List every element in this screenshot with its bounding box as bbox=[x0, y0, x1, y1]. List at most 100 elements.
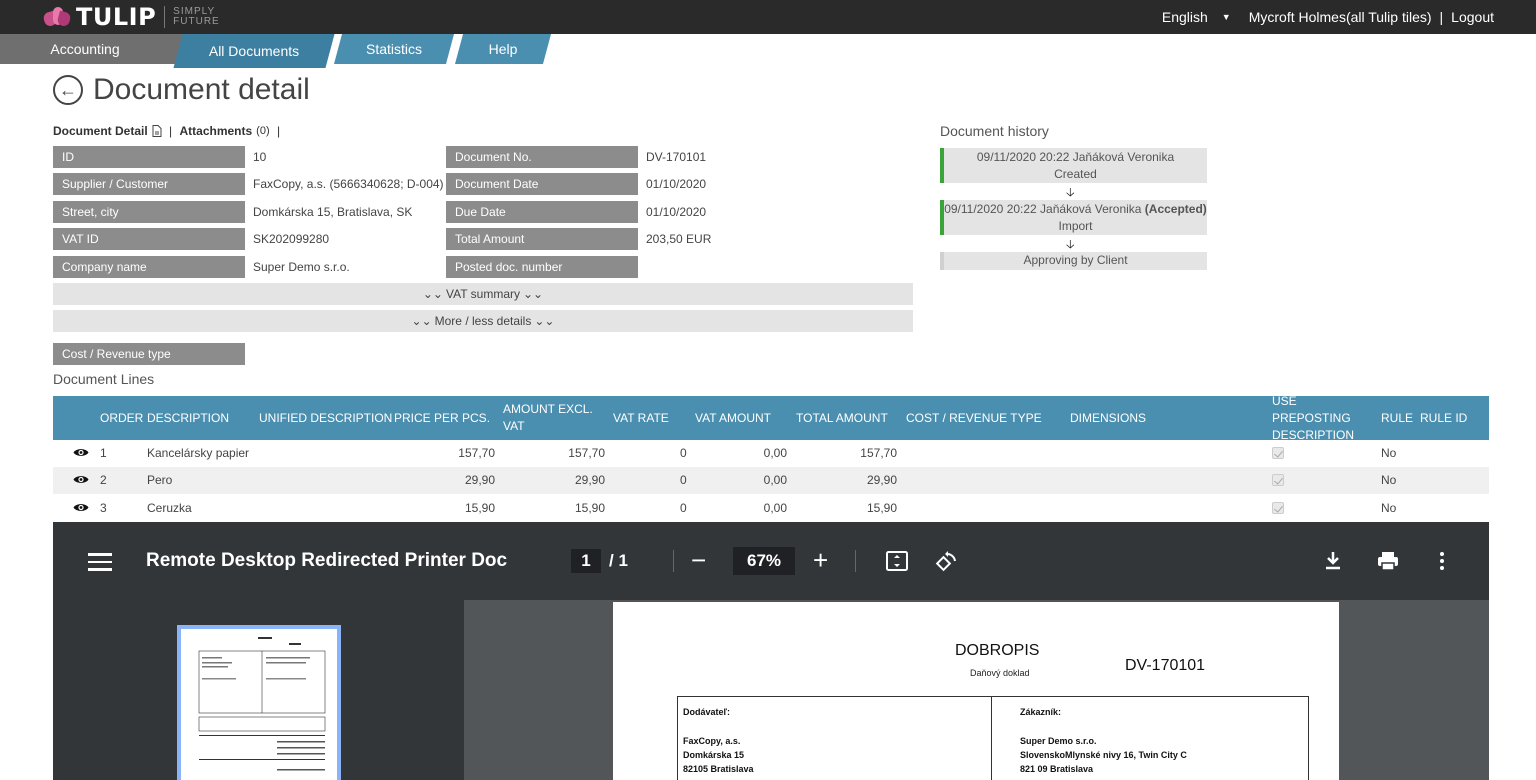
col-price-per-pcs[interactable]: PRICE PER PCS. bbox=[394, 396, 490, 440]
cell-vat-amount: 0,00 bbox=[763, 446, 787, 460]
zoom-in-button[interactable]: + bbox=[813, 546, 828, 574]
col-vat-amount[interactable]: VAT AMOUNT bbox=[695, 396, 771, 440]
eye-icon[interactable] bbox=[73, 447, 89, 458]
thumbnail-sidebar bbox=[53, 600, 464, 780]
thumbnail-preview bbox=[198, 637, 326, 771]
eye-icon[interactable] bbox=[73, 474, 89, 485]
pdf-file-icon[interactable] bbox=[152, 125, 162, 137]
eye-icon[interactable] bbox=[73, 502, 89, 513]
col-use-preposting-description[interactable]: USE PREPOSTING DESCRIPTION bbox=[1272, 394, 1367, 442]
logo-subtitle: SIMPLY FUTURE bbox=[173, 6, 220, 27]
cell-total: 15,90 bbox=[866, 501, 897, 515]
col-order[interactable]: ORDER bbox=[100, 396, 143, 440]
customer-label: Zákazník: bbox=[1020, 707, 1062, 717]
cell-price: 29,90 bbox=[464, 473, 495, 487]
table-row[interactable]: 1 Kancelársky papier 157,70 157,70 0 0,0… bbox=[53, 440, 1489, 467]
tab-all-documents[interactable]: All Documents bbox=[173, 34, 335, 68]
caret-down-icon[interactable]: ▼ bbox=[1222, 12, 1231, 22]
tulip-logo-icon bbox=[42, 6, 72, 28]
main-nav: Accounting All Documents Statistics Help bbox=[0, 34, 600, 68]
page-thumbnail[interactable] bbox=[177, 625, 341, 780]
field-label: VAT ID bbox=[53, 228, 245, 250]
doc-subtitle: Daňový doklad bbox=[970, 668, 1030, 678]
use-preposting-checkbox[interactable] bbox=[1272, 474, 1284, 486]
field-value: 10 bbox=[253, 150, 267, 164]
tulip-logo[interactable]: TULIP SIMPLY FUTURE bbox=[42, 3, 220, 31]
doc-title: DOBROPIS bbox=[955, 642, 1040, 659]
more-options-icon[interactable] bbox=[1430, 549, 1454, 573]
vat-summary-toggle[interactable]: ⌄⌄ VAT summary ⌄⌄ bbox=[53, 283, 913, 305]
field-label: Street, city bbox=[53, 201, 245, 223]
col-cost-revenue-type[interactable]: COST / REVENUE TYPE bbox=[906, 396, 1042, 440]
field-value: 01/10/2020 bbox=[646, 177, 707, 191]
cell-vat-amount: 0,00 bbox=[763, 473, 787, 487]
col-rule-id[interactable]: RULE ID bbox=[1420, 396, 1467, 440]
tab-statistics[interactable]: Statistics bbox=[333, 34, 455, 64]
zoom-out-button[interactable]: − bbox=[691, 546, 706, 574]
cell-price: 157,70 bbox=[458, 446, 495, 460]
history-entry: 09/11/2020 20:22 Jaňáková Veronika Creat… bbox=[940, 148, 1207, 183]
pdf-viewer: Remote Desktop Redirected Printer Doc 1 … bbox=[53, 522, 1489, 780]
top-bar: TULIP SIMPLY FUTURE English ▼ Mycroft Ho… bbox=[0, 0, 1536, 34]
table-row[interactable]: 3 Ceruzka 15,90 15,90 0 0,00 15,90 No bbox=[53, 495, 1489, 522]
field-label: Document Date bbox=[446, 173, 638, 195]
col-unified-description[interactable]: UNIFIED DESCRIPTION bbox=[259, 396, 392, 440]
cost-revenue-type-label: Cost / Revenue type bbox=[53, 343, 245, 365]
cell-description: Pero bbox=[147, 473, 173, 487]
double-chevron-down-icon: ⌄⌄ bbox=[422, 287, 443, 301]
cell-total: 29,90 bbox=[866, 473, 897, 487]
field-label: Posted doc. number bbox=[446, 256, 638, 278]
col-rule[interactable]: RULE bbox=[1381, 396, 1413, 440]
field-value: SK202099280 bbox=[253, 232, 330, 246]
cell-order: 1 bbox=[100, 446, 107, 460]
supplier-city: 82105 Bratislava bbox=[683, 764, 754, 774]
cell-description: Kancelársky papier bbox=[147, 446, 250, 460]
cell-order: 2 bbox=[100, 473, 107, 487]
field-value: 01/10/2020 bbox=[646, 205, 707, 219]
cell-amount-excl: 29,90 bbox=[574, 473, 605, 487]
more-less-details-toggle[interactable]: ⌄⌄ More / less details ⌄⌄ bbox=[53, 310, 913, 332]
field-label: Company name bbox=[53, 256, 245, 278]
tab-accounting[interactable]: Accounting bbox=[0, 34, 189, 64]
doc-parties-box: Dodávateľ: FaxCopy, a.s. Domkárska 15 82… bbox=[677, 696, 1309, 780]
tab-help[interactable]: Help bbox=[454, 34, 552, 64]
supplier-label: Dodávateľ: bbox=[683, 707, 730, 717]
rotate-icon[interactable] bbox=[935, 549, 959, 573]
table-row[interactable]: 2 Pero 29,90 29,90 0 0,00 29,90 No bbox=[53, 467, 1489, 494]
fit-to-page-icon[interactable] bbox=[885, 549, 909, 573]
double-chevron-down-icon: ⌄⌄ bbox=[534, 314, 555, 328]
download-icon[interactable] bbox=[1321, 549, 1345, 573]
col-vat-rate[interactable]: VAT RATE bbox=[613, 396, 669, 440]
col-dimensions[interactable]: DIMENSIONS bbox=[1070, 396, 1146, 440]
col-amount-excl-vat[interactable]: AMOUNT EXCL. VAT bbox=[503, 396, 593, 440]
attachments-link[interactable]: Attachments bbox=[179, 124, 252, 138]
page-number-input[interactable]: 1 bbox=[571, 549, 601, 573]
field-label: Supplier / Customer bbox=[53, 173, 245, 195]
field-label: Document No. bbox=[446, 146, 638, 168]
print-icon[interactable] bbox=[1376, 549, 1400, 573]
cell-vat-rate: 0 bbox=[680, 473, 687, 487]
logout-link[interactable]: Logout bbox=[1451, 9, 1494, 25]
zoom-input[interactable]: 67% bbox=[733, 547, 795, 575]
field-value: Domkárska 15, Bratislava, SK bbox=[253, 205, 413, 219]
cell-amount-excl: 15,90 bbox=[574, 501, 605, 515]
field-label: Total Amount bbox=[446, 228, 638, 250]
cell-rule: No bbox=[1381, 501, 1397, 515]
pdf-toolbar: Remote Desktop Redirected Printer Doc 1 … bbox=[53, 522, 1489, 600]
page-total: / 1 bbox=[609, 551, 628, 570]
menu-icon[interactable] bbox=[88, 553, 112, 571]
field-label: ID bbox=[53, 146, 245, 168]
back-arrow-icon[interactable]: ← bbox=[53, 75, 83, 105]
supplier-name: FaxCopy, a.s. bbox=[683, 736, 741, 746]
col-description[interactable]: DESCRIPTION bbox=[147, 396, 229, 440]
customer-street: SlovenskoMlynské nivy 16, Twin City C bbox=[1020, 750, 1187, 760]
language-selector[interactable]: English bbox=[1162, 9, 1208, 25]
cell-rule: No bbox=[1381, 446, 1397, 460]
use-preposting-checkbox[interactable] bbox=[1272, 447, 1284, 459]
document-detail-link[interactable]: Document Detail bbox=[53, 124, 148, 138]
col-total-amount[interactable]: TOTAL AMOUNT bbox=[796, 396, 888, 440]
document-history-title: Document history bbox=[940, 123, 1049, 139]
use-preposting-checkbox[interactable] bbox=[1272, 502, 1284, 514]
attachments-count: (0) bbox=[256, 125, 270, 137]
field-value: Super Demo s.r.o. bbox=[253, 260, 350, 274]
